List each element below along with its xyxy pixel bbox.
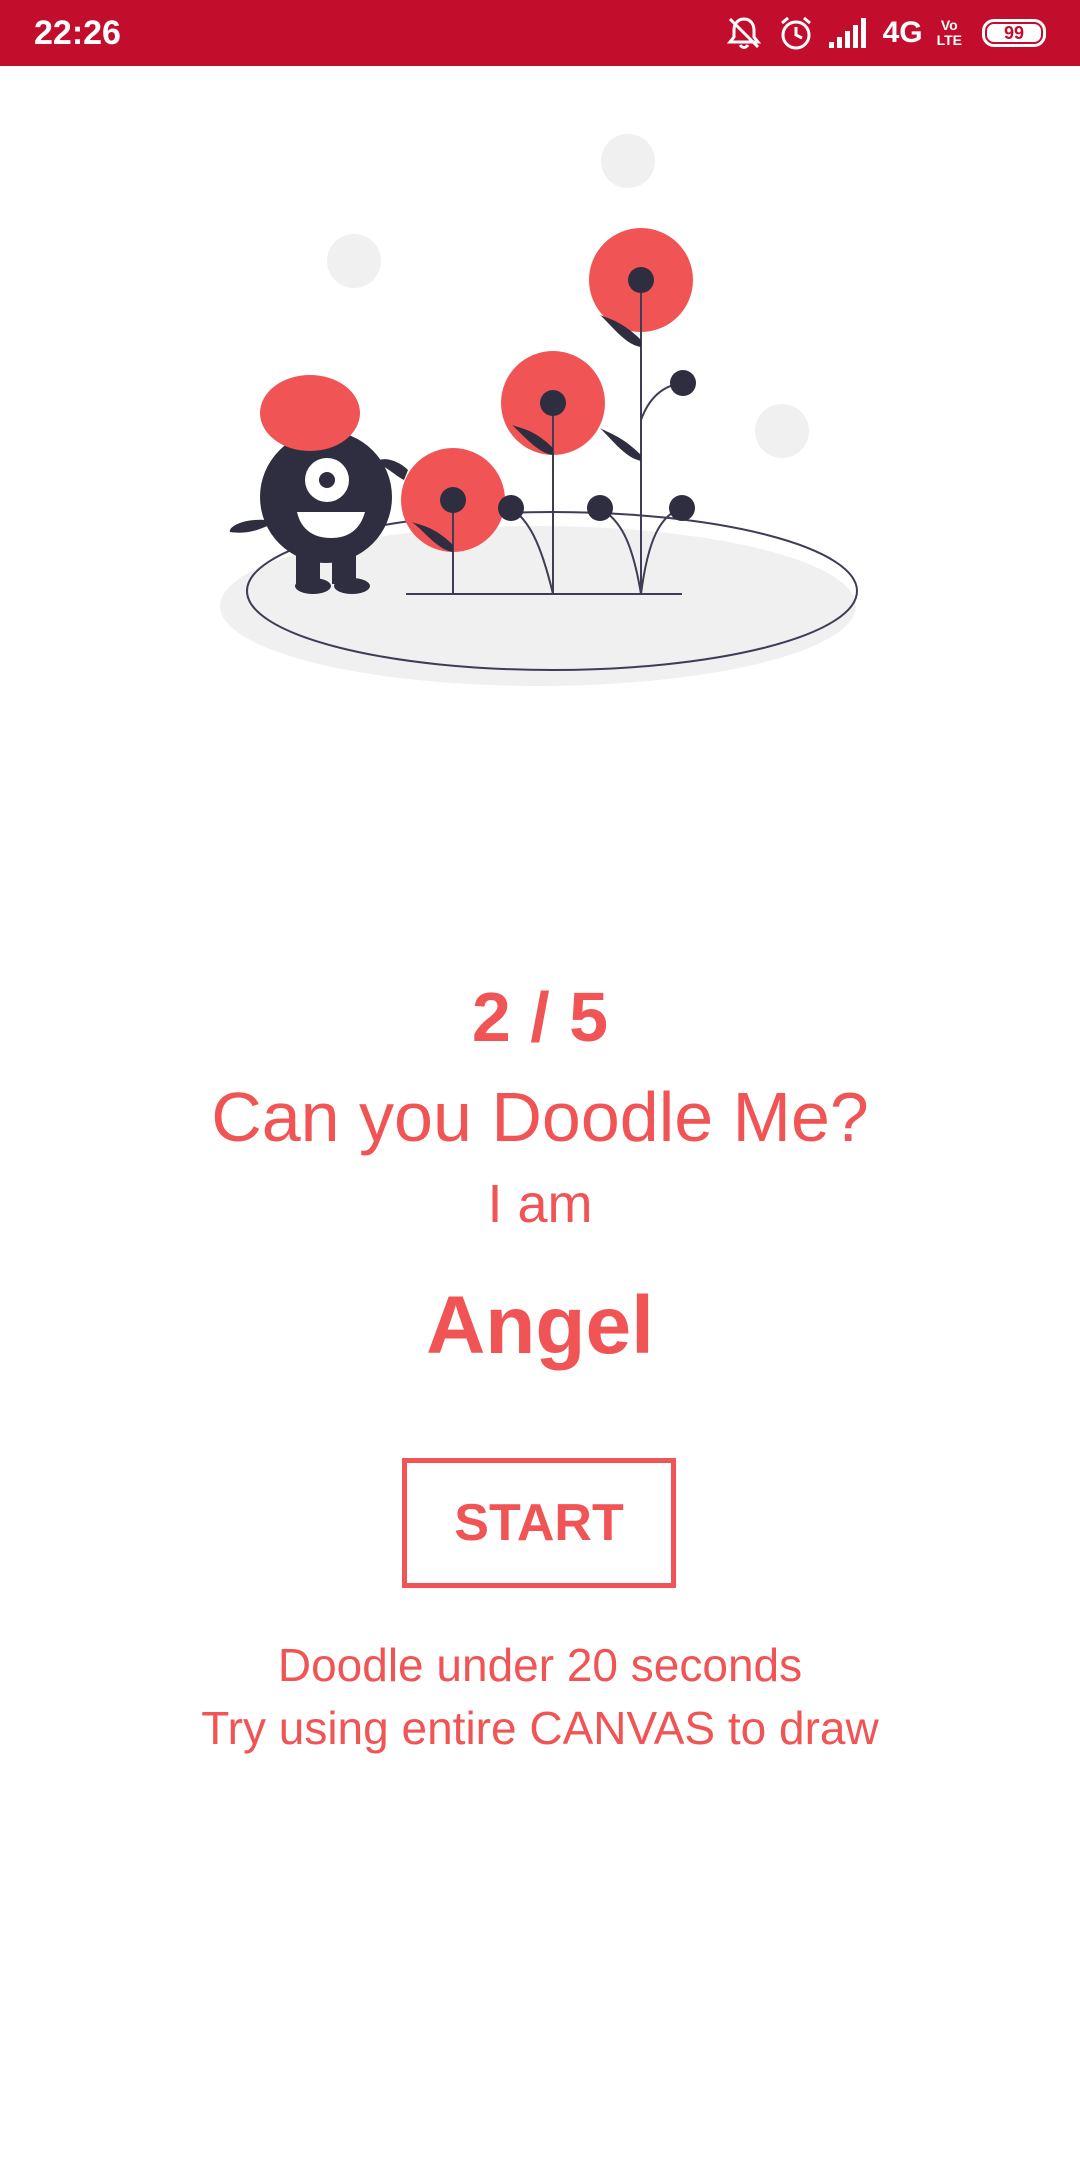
hint-time-limit: Doodle under 20 seconds (277, 1639, 803, 1691)
hint-canvas: Try using entire CANVAS to draw (201, 1702, 879, 1754)
target-word: Angel (426, 1280, 654, 1371)
doodle-monster-garden-illustration (0, 66, 1080, 726)
progress-indicator: 2 / 5 (471, 978, 609, 1056)
status-bar: 22:26 4G Vo LTE 99 (0, 0, 1080, 66)
status-icons: 4G Vo LTE 99 (725, 12, 1046, 54)
page-title: Can you Doodle Me? (211, 1078, 869, 1156)
start-button[interactable]: START (402, 1458, 676, 1588)
network-type: 4G (882, 16, 923, 49)
intro-text: I am (487, 1174, 593, 1234)
battery-level: 99 (1003, 23, 1025, 43)
battery-icon: 99 (982, 19, 1046, 47)
status-time: 22:26 (34, 14, 121, 52)
signal-icon (828, 18, 869, 48)
volte-top: Vo (940, 17, 958, 33)
mute-notifications-icon (725, 14, 763, 52)
alarm-icon (777, 14, 815, 52)
volte-bottom: LTE (936, 32, 962, 48)
volte-indicator: Vo LTE (937, 18, 962, 48)
